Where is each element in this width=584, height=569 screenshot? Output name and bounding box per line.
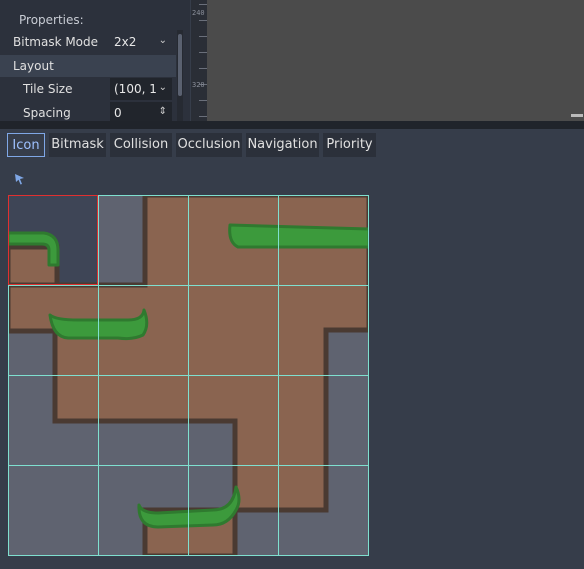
tile-size-label: Tile Size: [23, 82, 73, 96]
tab-navigation[interactable]: Navigation: [246, 133, 319, 157]
panel-divider[interactable]: [0, 121, 584, 129]
bitmask-mode-value: 2x2: [114, 35, 137, 49]
layout-section-header[interactable]: Layout: [0, 55, 176, 77]
ruler-mark: 240: [192, 9, 205, 17]
properties-scrollbar-thumb[interactable]: [178, 34, 182, 96]
chevron-down-icon: ⌄: [158, 35, 167, 46]
tab-icon[interactable]: Icon: [7, 133, 45, 157]
layout-label: Layout: [13, 59, 54, 73]
spinner-arrows-icon[interactable]: ⇕: [159, 106, 167, 117]
tab-priority[interactable]: Priority: [323, 133, 376, 157]
ruler-mark: 320: [192, 81, 205, 89]
spacing-spinbox[interactable]: 0 ⇕: [110, 102, 172, 121]
spacing-label: Spacing: [23, 106, 71, 120]
scene-viewport[interactable]: [207, 0, 584, 121]
tile-size-field[interactable]: (100, 1 ⌄: [110, 78, 172, 100]
tab-collision[interactable]: Collision: [110, 133, 172, 157]
bitmask-mode-select[interactable]: 2x2 ⌄: [110, 31, 172, 53]
viewport-scrollbar[interactable]: [571, 114, 583, 117]
spacing-row: Spacing 0 ⇕: [0, 102, 176, 121]
tile-size-row: Tile Size (100, 1 ⌄: [0, 78, 176, 100]
vertical-ruler: 240 320: [191, 0, 208, 121]
tilesheet-canvas[interactable]: [8, 195, 369, 556]
properties-title: Properties:: [19, 13, 84, 27]
tile-size-value: (100, 1: [114, 82, 157, 96]
bitmask-mode-label: Bitmask Mode: [13, 35, 99, 49]
bitmask-mode-row: Bitmask Mode 2x2 ⌄: [0, 31, 176, 53]
tab-bitmask[interactable]: Bitmask: [49, 133, 106, 157]
properties-panel: Properties: Bitmask Mode 2x2 ⌄ Layout Ti…: [0, 0, 190, 121]
pointer-arrow-icon[interactable]: [13, 172, 27, 186]
chevron-down-icon: ⌄: [158, 82, 167, 93]
tab-occlusion[interactable]: Occlusion: [176, 133, 242, 157]
spacing-value: 0: [114, 106, 122, 120]
